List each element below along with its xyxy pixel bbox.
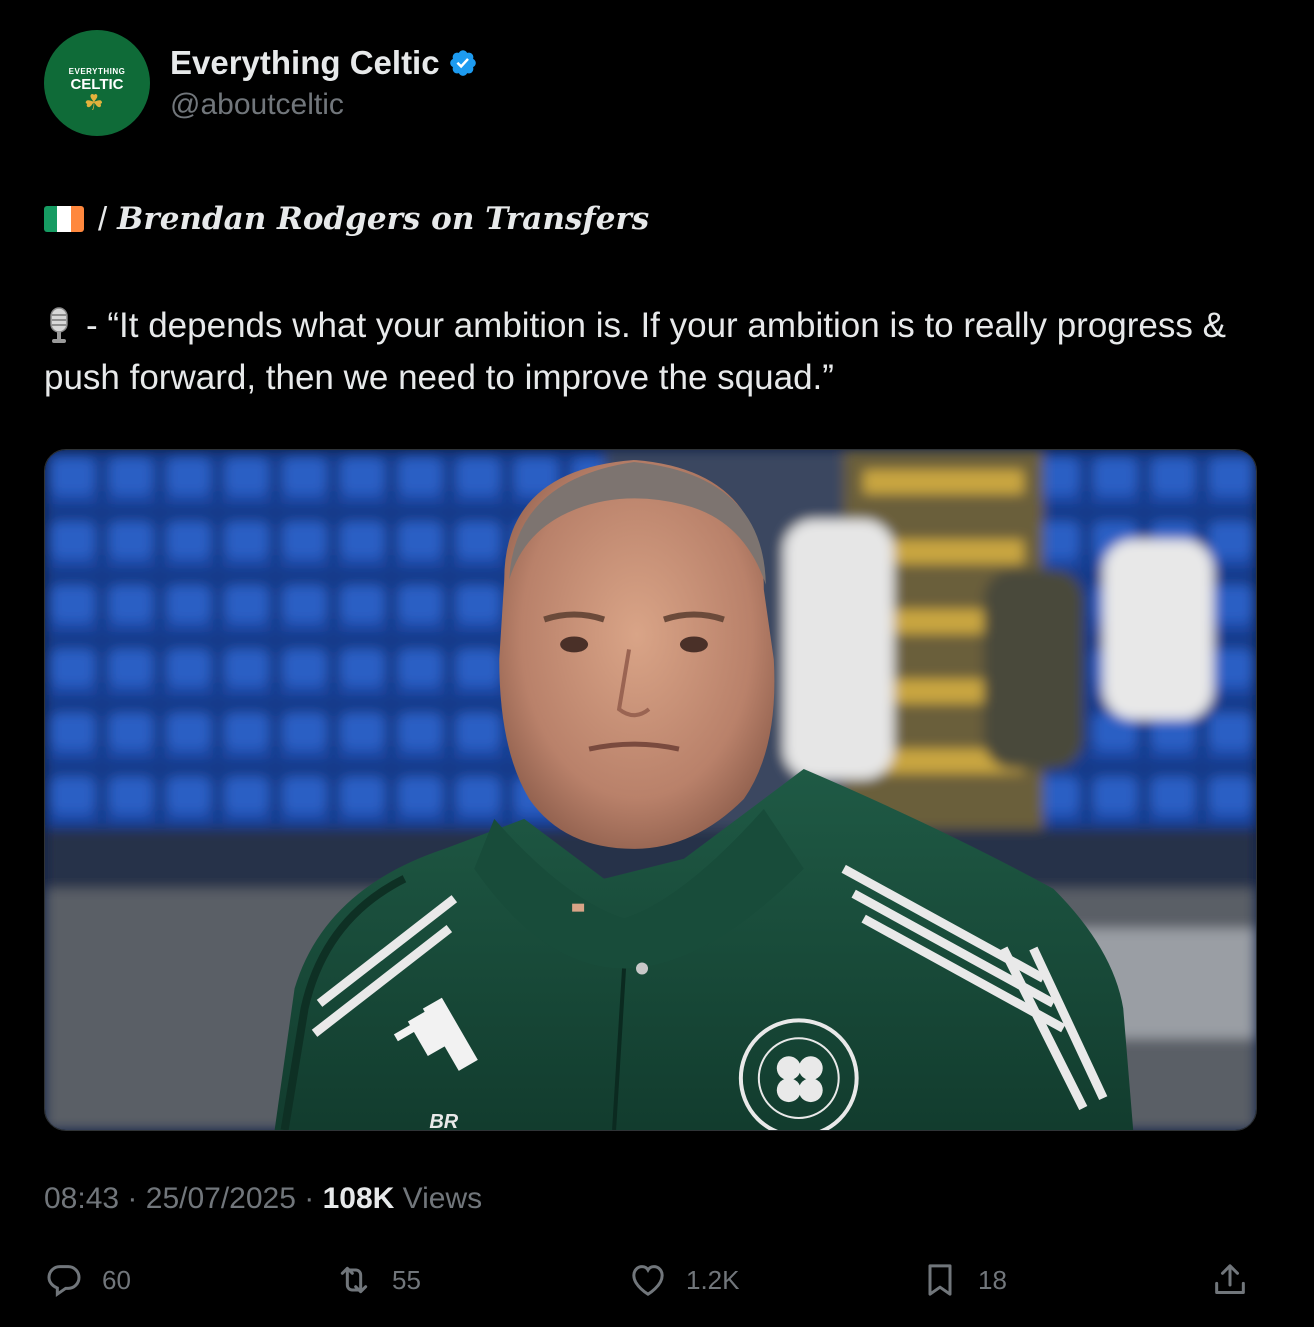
photo-illustration: BR <box>45 450 1256 1130</box>
display-name[interactable]: Everything Celtic <box>170 44 440 82</box>
microphone-icon <box>50 307 68 343</box>
avatar-logo-text: EVERYTHING CELTIC <box>68 67 126 93</box>
repost-button[interactable]: 55 <box>334 1254 421 1306</box>
author-names: Everything Celtic @aboutceltic <box>170 44 478 122</box>
bookmark-button[interactable]: 18 <box>920 1254 1007 1306</box>
post-header: EVERYTHING CELTIC ☘ Everything Celtic @a… <box>44 30 478 136</box>
like-button[interactable]: 1.2K <box>628 1254 740 1306</box>
repost-icon <box>340 1266 368 1294</box>
heart-icon <box>632 1265 664 1296</box>
avatar[interactable]: EVERYTHING CELTIC ☘ <box>44 30 150 136</box>
bookmark-icon <box>928 1264 952 1296</box>
post-date[interactable]: 25/07/2025 <box>146 1182 296 1215</box>
post-quote: - “It depends what your ambition is. If … <box>44 300 1274 404</box>
ireland-flag-icon <box>44 206 84 232</box>
verified-badge-icon[interactable] <box>448 48 478 78</box>
jacket-initials: BR <box>429 1111 458 1130</box>
post-time[interactable]: 08:43 <box>44 1182 119 1215</box>
reply-count: 60 <box>102 1264 131 1295</box>
post-title: Brendan Rodgers on Transfers <box>117 201 650 237</box>
views-count: 108K <box>322 1182 395 1215</box>
views-label: Views <box>402 1182 483 1215</box>
share-button[interactable] <box>1210 1254 1250 1306</box>
quote-separator: - <box>86 306 98 345</box>
quote-text: “It depends what your ambition is. If yo… <box>44 306 1226 397</box>
post-photo[interactable]: BR <box>44 449 1257 1131</box>
author-handle[interactable]: @aboutceltic <box>170 88 478 122</box>
action-bar: 60 55 1.2K 18 <box>44 1254 1254 1306</box>
post-title-line: / Brendan Rodgers on Transfers <box>44 200 649 238</box>
bookmark-count: 18 <box>978 1264 1007 1295</box>
reply-icon <box>47 1265 81 1298</box>
shamrock-icon: ☘ <box>84 90 104 115</box>
like-count: 1.2K <box>686 1264 740 1295</box>
reply-button[interactable]: 60 <box>44 1254 131 1306</box>
post-metadata: 08:43 · 25/07/2025 · 108K Views <box>44 1182 483 1215</box>
share-icon <box>1215 1264 1245 1294</box>
title-separator: / <box>98 200 108 237</box>
repost-count: 55 <box>392 1264 421 1295</box>
